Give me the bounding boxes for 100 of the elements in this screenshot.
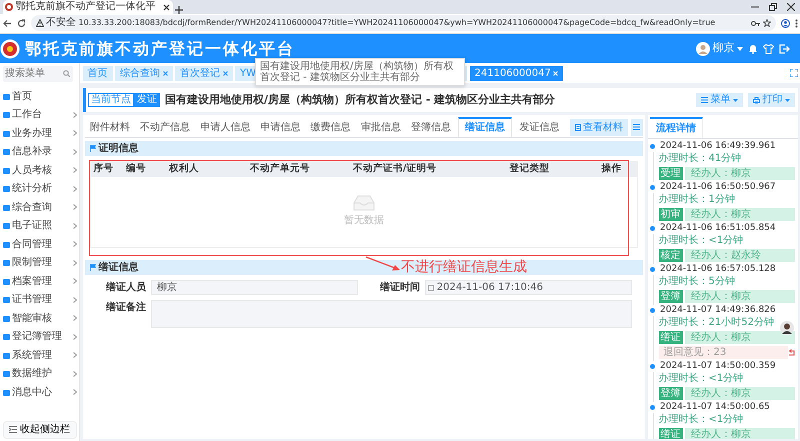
input-field[interactable]: 柳京: [151, 280, 358, 296]
menu-item[interactable]: 系统管理: [0, 346, 79, 364]
flag-icon: [90, 264, 96, 272]
security-label: 不安全: [46, 16, 76, 30]
handler-label: 经办人：赵永玲: [685, 249, 795, 262]
menu-item[interactable]: 档案管理: [0, 272, 79, 290]
menu-item[interactable]: 信息补录: [0, 142, 79, 161]
menu-glyph-icon: [2, 314, 10, 322]
step-time: 2024-11-06 16:51:05.854: [660, 223, 776, 234]
page-title: 国有建设用地使用权/房屋（构筑物）所有权首次登记 - 建筑物区分业主共有部分: [165, 92, 556, 108]
logout-icon[interactable]: [779, 44, 790, 54]
collapse-sidebar-button[interactable]: 收起侧边栏: [2, 420, 76, 439]
bell-icon[interactable]: [748, 43, 758, 54]
step-time: 2024-11-07 14:50:00.359: [660, 361, 776, 372]
column-header: 序号: [94, 162, 114, 176]
restore-icon[interactable]: [769, 3, 777, 11]
chevron-icon: [72, 278, 76, 284]
close-icon[interactable]: [787, 3, 795, 11]
timeline-dot: [650, 144, 655, 150]
back-icon[interactable]: [2, 18, 12, 28]
list-toggle-button[interactable]: [630, 118, 642, 136]
menu-item[interactable]: 限制管理: [0, 253, 79, 272]
menu-item[interactable]: 证书管理: [0, 290, 79, 309]
chevron-icon: [72, 186, 76, 192]
field-label: 缮证时间: [378, 280, 420, 296]
step-duration: 办理时长：<1分钟: [658, 235, 744, 248]
key-icon[interactable]: [751, 20, 760, 27]
step-badge: 初审: [658, 208, 682, 222]
column-header: 登记类型: [510, 162, 551, 176]
chevron-icon: [72, 260, 76, 266]
column-header: 权利人: [169, 162, 200, 176]
profile-icon[interactable]: [780, 18, 790, 28]
more-icon[interactable]: [794, 18, 798, 28]
handler-label: 经办人：柳京: [685, 387, 795, 400]
fullscreen-icon[interactable]: [790, 69, 798, 78]
empty-inbox-icon: [352, 194, 376, 211]
avatar-icon: [696, 42, 710, 56]
form-tab[interactable]: 缴费信息: [308, 117, 354, 138]
form-tab[interactable]: 不动产信息: [137, 117, 194, 138]
step-duration: 办理时长：<1分钟: [658, 373, 744, 386]
menu-item[interactable]: 首页: [0, 86, 79, 106]
menu-item[interactable]: 合同管理: [0, 234, 79, 254]
form-tab[interactable]: 审批信息: [358, 117, 404, 138]
menu-item[interactable]: 电子证照: [0, 216, 79, 235]
browser-tab[interactable]: 鄂托克前旗不动产登记一体化平: [2, 0, 172, 14]
emblem-icon: [0, 38, 20, 59]
menu-glyph-icon: [2, 166, 10, 174]
timeline-dot: [650, 405, 655, 410]
step-badge: 缮证: [658, 331, 682, 344]
menu-glyph-icon: [2, 204, 10, 211]
chevron-icon: [72, 222, 76, 229]
menu-glyph-icon: [2, 370, 10, 378]
chevron-icon: [72, 241, 76, 248]
column-header: 编号: [126, 162, 147, 176]
timeline-dot: [650, 226, 655, 232]
date-field[interactable]: 2024-11-06 17:10:46: [424, 280, 632, 296]
menu-item[interactable]: 业务办理: [0, 124, 79, 142]
address-field[interactable]: 不安全 10.33.33.200:18083/bdcdj/formRender/YWH20241106000047?title=YWH20241106000047&ywh=YWH20241106000047&pageCode=bdcq_fw&readOnly=true: [30, 15, 776, 32]
node-badge: 发证: [134, 93, 160, 108]
menu-item[interactable]: 综合查询: [0, 198, 79, 216]
chevron-icon: [72, 148, 76, 155]
menu-item[interactable]: 数据维护: [0, 364, 79, 383]
chevron-icon: [72, 315, 76, 322]
document-icon: [574, 124, 580, 131]
handler-label: 经办人：柳京: [685, 167, 795, 180]
form-tab[interactable]: 申请人信息: [197, 117, 254, 138]
warning-icon: [36, 19, 44, 28]
avatar-figure[interactable]: [780, 320, 794, 335]
step-badge: 受理: [658, 167, 682, 180]
form-tab[interactable]: 申请信息: [258, 117, 304, 138]
close-icon[interactable]: [163, 4, 170, 10]
shirt-icon[interactable]: [763, 44, 774, 54]
app-title: 鄂托克前旗不动产登记一体化平台: [25, 40, 295, 58]
menu-item[interactable]: 智能审核: [0, 308, 79, 328]
form-tab[interactable]: 登簿信息: [408, 117, 454, 138]
form-tab[interactable]: 附件材料: [87, 117, 134, 138]
menu-item[interactable]: 统计分析: [0, 179, 79, 198]
list-icon: [701, 97, 708, 104]
chevron-icon: [72, 352, 76, 358]
calendar-icon: [428, 284, 434, 291]
reload-icon[interactable]: [16, 18, 26, 28]
star-icon[interactable]: [762, 19, 770, 28]
field-label: 缮证备注: [105, 300, 146, 316]
search-field[interactable]: 搜索菜单: [2, 66, 72, 82]
form-tab[interactable]: 发证信息: [516, 117, 562, 138]
chevron-icon: [72, 370, 76, 377]
step-duration: 办理时长：41分钟: [658, 153, 742, 166]
handler-label: 经办人：柳京: [685, 428, 795, 439]
menu-item[interactable]: 登记簿管理: [0, 327, 79, 346]
menu-item[interactable]: 消息中心: [0, 382, 79, 402]
caret-icon: [733, 98, 738, 102]
step-duration: 办理时长：5分钟: [658, 276, 735, 288]
handler-label: 经办人：柳京: [685, 331, 795, 344]
menu-glyph-icon: [2, 92, 10, 100]
menu-item[interactable]: 人员考核: [0, 160, 79, 180]
timeline-dot: [650, 267, 655, 272]
menu-glyph-icon: [2, 352, 10, 359]
menu-item[interactable]: 工作台: [0, 105, 79, 124]
new-tab-icon[interactable]: [175, 6, 183, 14]
step-time: 2024-11-06 16:49:39.961: [660, 141, 776, 152]
